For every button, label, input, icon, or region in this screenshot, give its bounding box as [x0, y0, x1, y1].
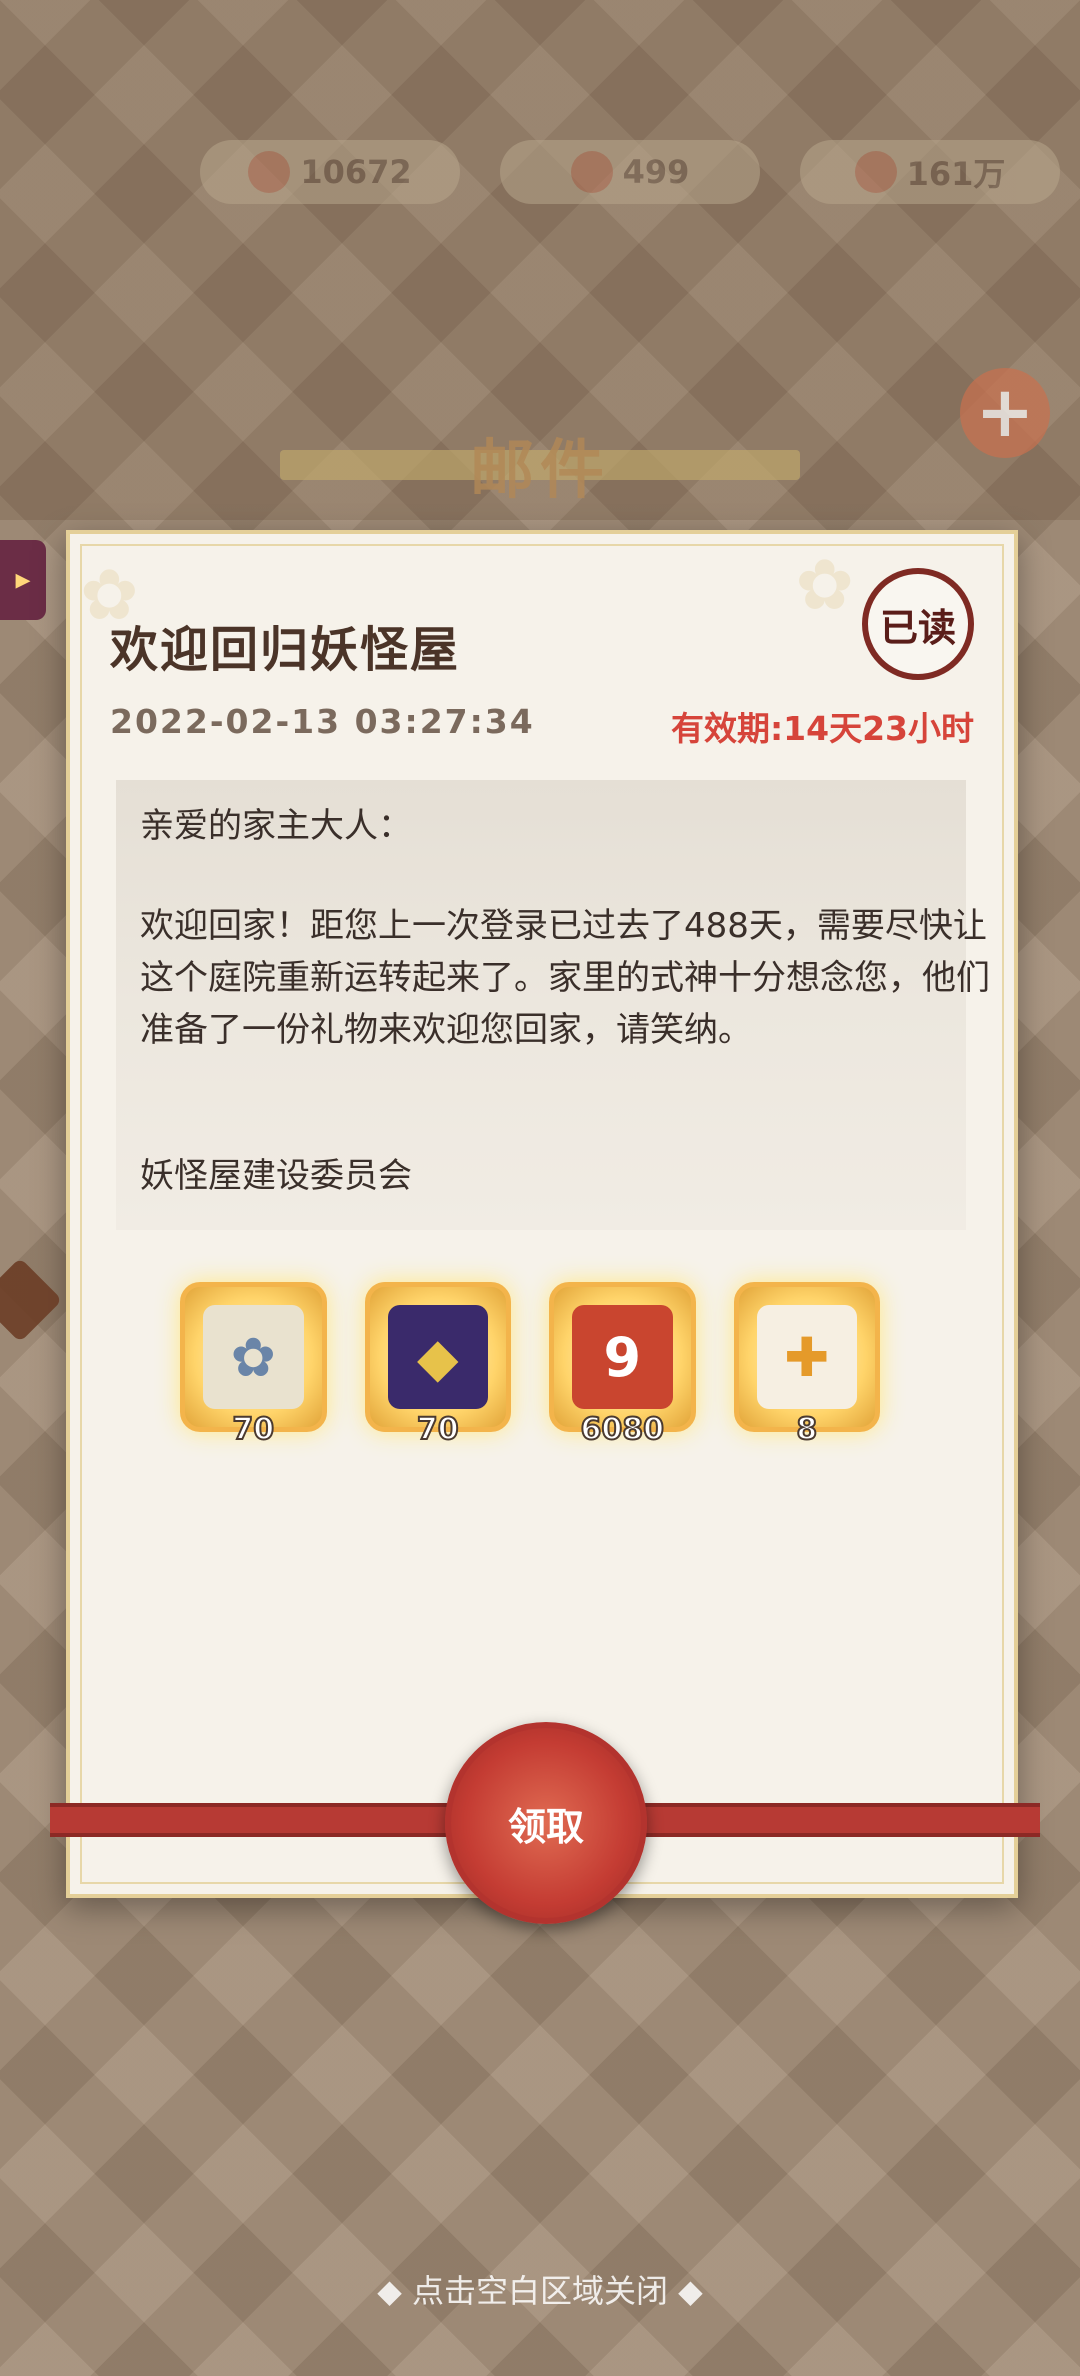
nine-token-icon: 9 [572, 1305, 673, 1409]
bird-icon: ✿ [203, 1305, 304, 1409]
mail-signature: 妖怪屋建设委员会 [140, 1156, 412, 1196]
attachment-item[interactable]: ◆ 70 [364, 1282, 511, 1448]
resource-coins: 10672 [200, 140, 460, 204]
coin-icon [248, 151, 291, 193]
mail-window-header: 邮件 [0, 410, 1080, 520]
sakura-icon: ✿ [795, 544, 854, 626]
gold-icon [854, 151, 897, 193]
mail-body: 亲爱的家主大人： 欢迎回家！距您上一次登录已过去了488天，需要尽快让这个庭院重… [116, 780, 990, 1230]
mail-date: 2022-02-13 03:27:34 [110, 702, 535, 741]
attachment-item[interactable]: ✚ 8 [733, 1282, 880, 1448]
resource-gold: 161万 [800, 140, 1060, 204]
attachment-count: 70 [416, 1411, 460, 1448]
window-title: 邮件 [470, 434, 610, 508]
jade-icon [570, 151, 613, 193]
diamond-icon: ◆ [377, 2272, 412, 2310]
resource-jade: 499 [500, 140, 760, 204]
attachment-item[interactable]: ✿ 70 [180, 1282, 327, 1448]
card-icon: ◆ [387, 1305, 488, 1409]
mail-expiry: 有效期:14天23小时 [670, 709, 974, 748]
diamond-icon: ◆ [678, 2272, 703, 2310]
previous-arrow-icon[interactable] [0, 1257, 63, 1343]
attachment-count: 70 [231, 1411, 275, 1448]
claim-button[interactable]: 领取 [445, 1722, 647, 1924]
attachment-item[interactable]: 9 6080 [549, 1282, 696, 1448]
read-stamp: 已读 [862, 568, 974, 680]
mail-subject: 欢迎回归妖怪屋 [110, 622, 461, 678]
attachment-count: 6080 [580, 1411, 665, 1448]
mail-card: ✿ ✿ 已读 欢迎回归妖怪屋 2022-02-13 03:27:34 有效期:1… [66, 530, 1018, 1898]
resource-bar: 10672 499 161万 [200, 140, 1060, 204]
food-plus-icon: ✚ [756, 1305, 857, 1409]
mail-paragraph: 欢迎回家！距您上一次登录已过去了488天，需要尽快让这个庭院重新运转起来了。家里… [140, 906, 990, 1050]
attachment-list: ✿ 70 ◆ 70 9 6080 ✚ 8 [180, 1282, 880, 1452]
plus-button[interactable]: + [960, 368, 1050, 458]
close-hint[interactable]: ◆ 点击空白区域关闭 ◆ [0, 2266, 1080, 2312]
side-tab-arrow-icon[interactable]: ▸ [0, 540, 46, 620]
mail-greeting: 亲爱的家主大人： [140, 806, 412, 846]
attachment-count: 8 [795, 1411, 818, 1448]
